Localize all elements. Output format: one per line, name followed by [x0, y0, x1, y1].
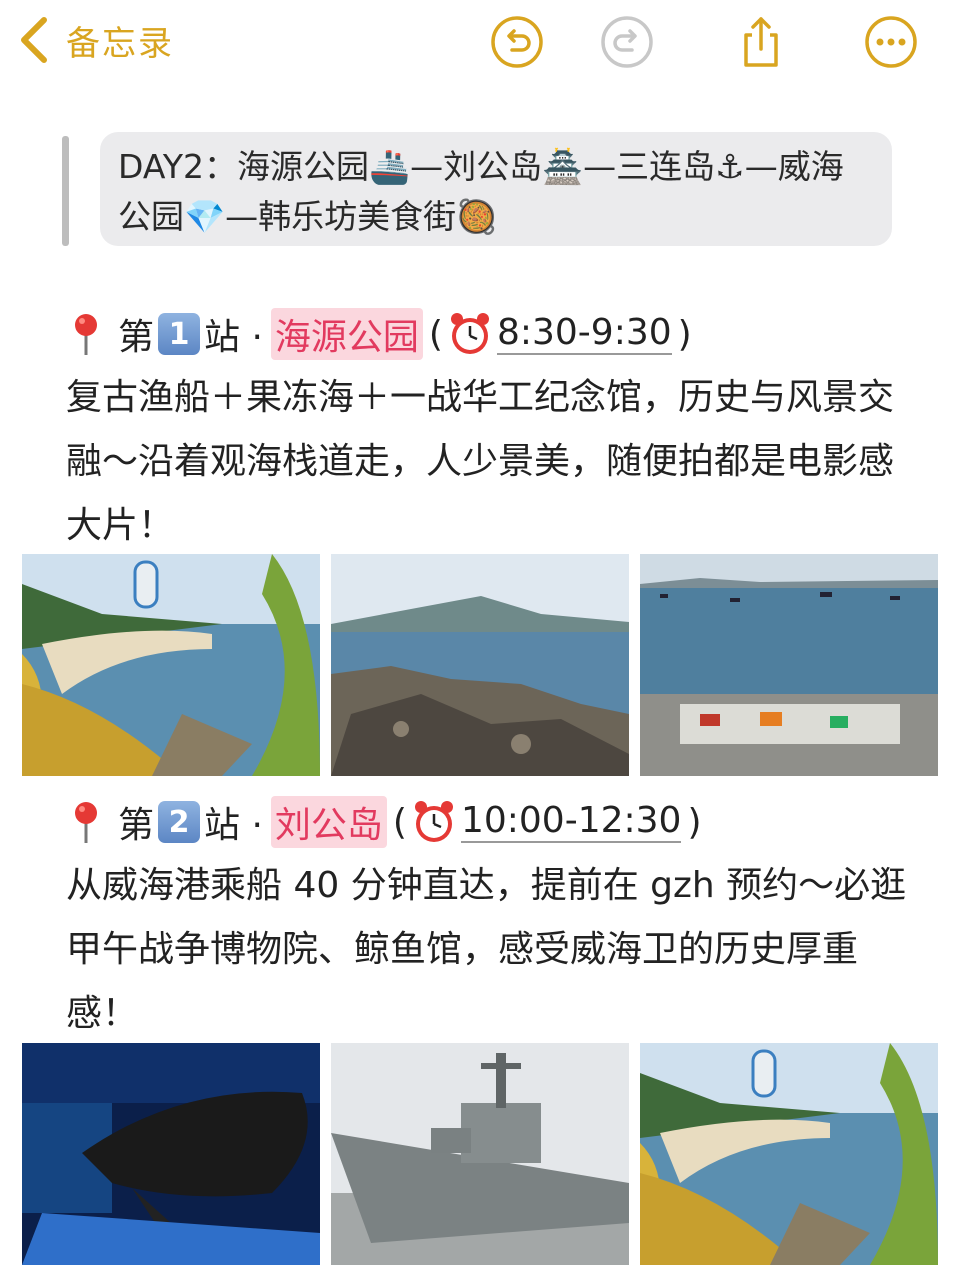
more-button[interactable]: [864, 15, 918, 69]
pin-icon: [75, 802, 97, 843]
share-button[interactable]: [734, 15, 788, 69]
back-button[interactable]: 备忘录: [16, 14, 174, 66]
station-1-header: 第 1 站 · 海源公园 ( 8:30-9:30 ): [66, 308, 692, 360]
redo-button[interactable]: [600, 15, 654, 69]
open-paren: (: [392, 801, 407, 843]
redo-icon: [601, 16, 653, 68]
top-bar: 备忘录: [0, 0, 960, 90]
station-number-badge: 2: [158, 801, 201, 843]
more-icon: [865, 16, 917, 68]
summary-text: DAY2：海源公园🚢—刘公岛🏯—三连岛⚓—威海公园💎—韩乐坊美食街🥘: [100, 132, 892, 246]
station-suffix: 站 ·: [204, 317, 263, 358]
station-time: 10:00-12:30: [460, 800, 682, 843]
photo-coast-tower[interactable]: [22, 554, 320, 776]
quote-bar: [62, 136, 69, 246]
undo-icon: [491, 16, 543, 68]
open-paren: (: [428, 313, 443, 355]
photo-coast-tower-2[interactable]: [640, 1043, 938, 1265]
station-2-description: 从威海港乘船 40 分钟直达，提前在 gzh 预约～必逛甲午战争博物院、鲸鱼馆，…: [66, 865, 907, 1034]
share-icon: [744, 17, 778, 67]
close-paren: ): [677, 313, 692, 355]
close-paren: ): [687, 801, 702, 843]
station-prefix: 第: [118, 317, 155, 358]
station-2-header: 第 2 站 · 刘公岛 ( 10:00-12:30 ): [66, 796, 702, 848]
undo-button[interactable]: [490, 15, 544, 69]
photo-whale-museum[interactable]: [22, 1043, 320, 1265]
photo-fishing-harbor[interactable]: [640, 554, 938, 776]
alarm-clock-icon: [414, 801, 453, 842]
station-place: 海源公园: [270, 308, 423, 360]
station-time: 8:30-9:30: [496, 312, 672, 355]
back-label: 备忘录: [66, 23, 174, 64]
chevron-left-icon: [21, 17, 47, 63]
station-place: 刘公岛: [270, 796, 387, 848]
photo-warship[interactable]: [331, 1043, 629, 1265]
station-prefix: 第: [118, 805, 155, 846]
station-suffix: 站 ·: [204, 805, 263, 846]
summary-quote: DAY2：海源公园🚢—刘公岛🏯—三连岛⚓—威海公园💎—韩乐坊美食街🥘: [62, 132, 892, 246]
alarm-clock-icon: [450, 313, 489, 354]
station-1-photos: [22, 554, 940, 776]
station-number-badge: 1: [158, 313, 201, 355]
station-2-photos: [22, 1043, 940, 1265]
station-1-description: 复古渔船＋果冻海＋一战华工纪念馆，历史与风景交融～沿着观海栈道走，人少景美，随便…: [66, 377, 895, 546]
photo-rocky-shore[interactable]: [331, 554, 629, 776]
pin-icon: [75, 314, 97, 355]
